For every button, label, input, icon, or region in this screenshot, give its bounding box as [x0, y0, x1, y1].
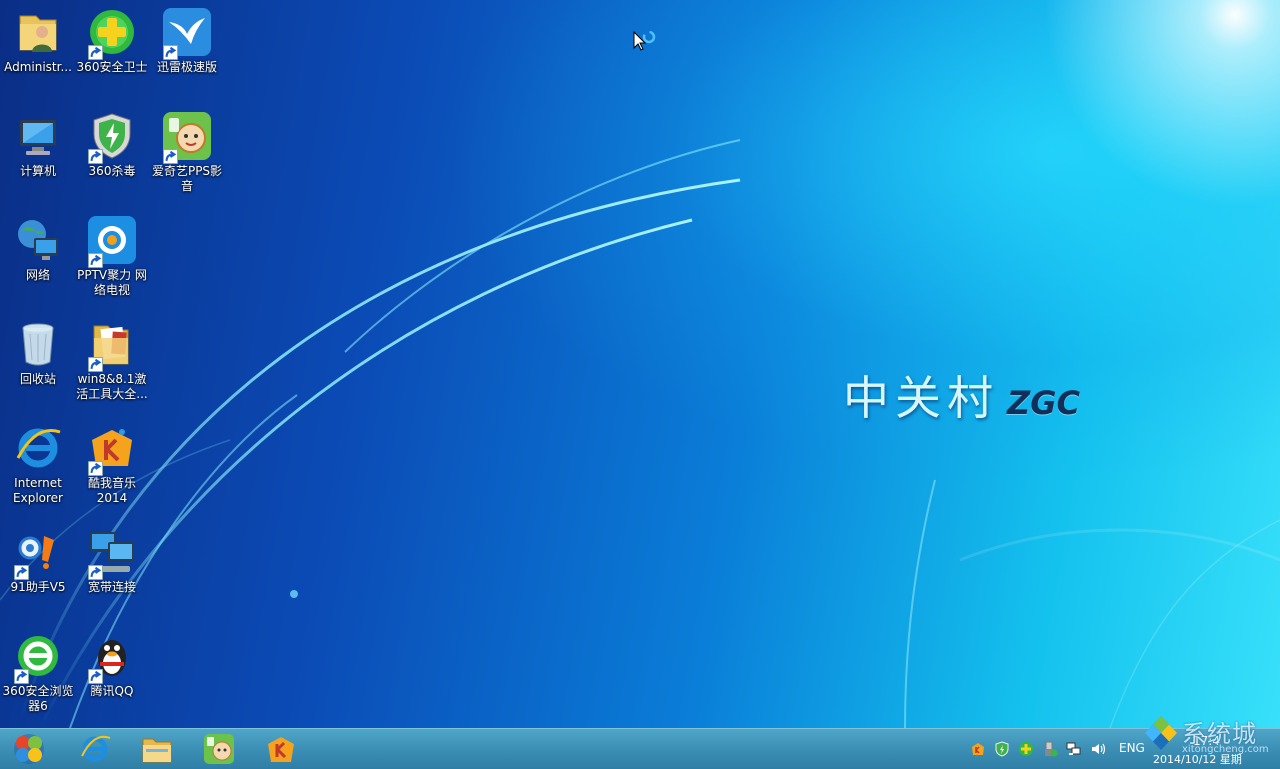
internet-explorer-icon [81, 735, 111, 762]
desktop-icon-label: 360安全浏览器6 [2, 684, 74, 713]
desktop-icon-tencent-qq[interactable]: 腾讯QQ [74, 626, 150, 722]
360-safe-guard-icon [86, 6, 138, 60]
shortcut-arrow-icon [163, 45, 178, 60]
shortcut-arrow-icon [88, 253, 103, 268]
desktop-icon-label: 爱奇艺PPS影音 [151, 164, 223, 193]
tray-kuwo-icon[interactable] [970, 741, 986, 757]
desktop-icon-label: 迅雷极速版 [156, 60, 217, 74]
taskbar-pinned-iqiyi[interactable] [196, 731, 242, 767]
tray-network-icon[interactable] [1066, 741, 1082, 757]
desktop-icon-network[interactable]: 网络 [0, 210, 76, 306]
taskbar: ENG 17:4 2014/10/12 星期 [0, 728, 1280, 769]
desktop-icon-xunlei[interactable]: 迅雷极速版 [149, 2, 225, 98]
desktop-icon-pptv[interactable]: PPTV聚力 网络电视 [74, 210, 150, 306]
shortcut-arrow-icon [88, 565, 103, 580]
desktop-icon-label: 回收站 [19, 372, 56, 386]
taskbar-pinned-internet-explorer[interactable] [72, 731, 118, 767]
shortcut-arrow-icon [88, 357, 103, 372]
start-orb-icon [14, 734, 44, 764]
desktop-icon-label: Administr... [4, 60, 72, 74]
shortcut-arrow-icon [14, 565, 29, 580]
desktop-icon-iqiyi-pps[interactable]: 爱奇艺PPS影音 [149, 106, 225, 202]
desktop-icon-label: PPTV聚力 网络电视 [77, 268, 147, 297]
wallpaper-brand-logo: 中关村 ZGC [843, 362, 1080, 428]
desktop-icon-label: 计算机 [19, 164, 56, 178]
desktop-icon-label: win8&8.1激活工具大全... [76, 372, 148, 401]
desktop-icon-computer[interactable]: 计算机 [0, 106, 76, 202]
watermark: 系统城 xitongcheng.com [1140, 712, 1280, 762]
kuwo-music-icon [86, 422, 138, 476]
desktop-icon-label: 360杀毒 [88, 164, 136, 178]
desktop-icon-label: 酷我音乐2014 [87, 476, 136, 505]
360-browser-icon [12, 630, 64, 684]
desktop-icon-360-antivirus[interactable]: 360杀毒 [74, 106, 150, 202]
internet-explorer-icon [12, 422, 64, 474]
360-antivirus-shield-icon [86, 110, 138, 164]
qq-penguin-icon [86, 630, 138, 684]
desktop-icon-administrator[interactable]: Administr... [0, 2, 76, 98]
shortcut-arrow-icon [88, 461, 103, 476]
xunlei-bird-icon [161, 6, 213, 60]
brand-english-text: ZGC [1007, 384, 1080, 422]
desktop[interactable]: Administr... 计算机 网络 回收站 Internet Explore… [0, 0, 1280, 728]
desktop-icon-360-browser[interactable]: 360安全浏览器6 [0, 626, 76, 722]
shortcut-arrow-icon [88, 45, 103, 60]
desktop-icon-91-assistant[interactable]: 91助手V5 [0, 522, 76, 618]
tray-volume-icon[interactable] [1090, 741, 1106, 757]
pptv-icon [86, 214, 138, 268]
broadband-connection-icon [86, 526, 138, 580]
mouse-cursor-busy-icon [633, 31, 656, 51]
desktop-icon-broadband-connection[interactable]: 宽带连接 [74, 522, 150, 618]
desktop-icon-recycle-bin[interactable]: 回收站 [0, 314, 76, 410]
desktop-icon-win8-activation-tools[interactable]: win8&8.1激活工具大全... [74, 314, 150, 410]
taskbar-pinned-file-explorer[interactable] [134, 731, 180, 767]
recycle-bin-icon [12, 318, 64, 370]
user-folder-icon [12, 6, 64, 58]
desktop-icon-label: 宽带连接 [87, 580, 136, 594]
file-explorer-folder-icon [142, 738, 172, 763]
desktop-icon-label: 腾讯QQ [90, 684, 134, 698]
91-assistant-icon [12, 526, 64, 580]
desktop-icon-label: Internet Explorer [13, 476, 63, 505]
desktop-icon-label: 网络 [25, 268, 50, 282]
shortcut-arrow-icon [88, 149, 103, 164]
folder-icon [86, 318, 138, 372]
desktop-icon-label: 360安全卫士 [76, 60, 148, 74]
computer-icon [12, 110, 64, 162]
iqiyi-icon [204, 734, 234, 764]
tray-usb-device-icon[interactable] [1042, 741, 1058, 757]
shortcut-arrow-icon [163, 149, 178, 164]
tray-360-safe-icon[interactable] [1018, 741, 1034, 757]
watermark-logo-icon [1145, 716, 1177, 750]
iqiyi-pps-icon [161, 110, 213, 164]
shortcut-arrow-icon [14, 669, 29, 684]
desktop-icon-internet-explorer[interactable]: Internet Explorer [0, 418, 76, 514]
network-globe-icon [12, 214, 64, 266]
desktop-icon-360-safe[interactable]: 360安全卫士 [74, 2, 150, 98]
brand-chinese-text: 中关村 [843, 371, 999, 425]
kuwo-music-icon [268, 737, 294, 762]
desktop-icon-kuwo-music[interactable]: 酷我音乐2014 [74, 418, 150, 514]
desktop-icon-label: 91助手V5 [10, 580, 66, 594]
taskbar-pinned-kuwo-music[interactable] [258, 731, 304, 767]
tray-360-antivirus-icon[interactable] [994, 741, 1010, 757]
watermark-subtext: xitongcheng.com [1182, 744, 1269, 755]
start-button[interactable] [6, 731, 52, 767]
shortcut-arrow-icon [88, 669, 103, 684]
